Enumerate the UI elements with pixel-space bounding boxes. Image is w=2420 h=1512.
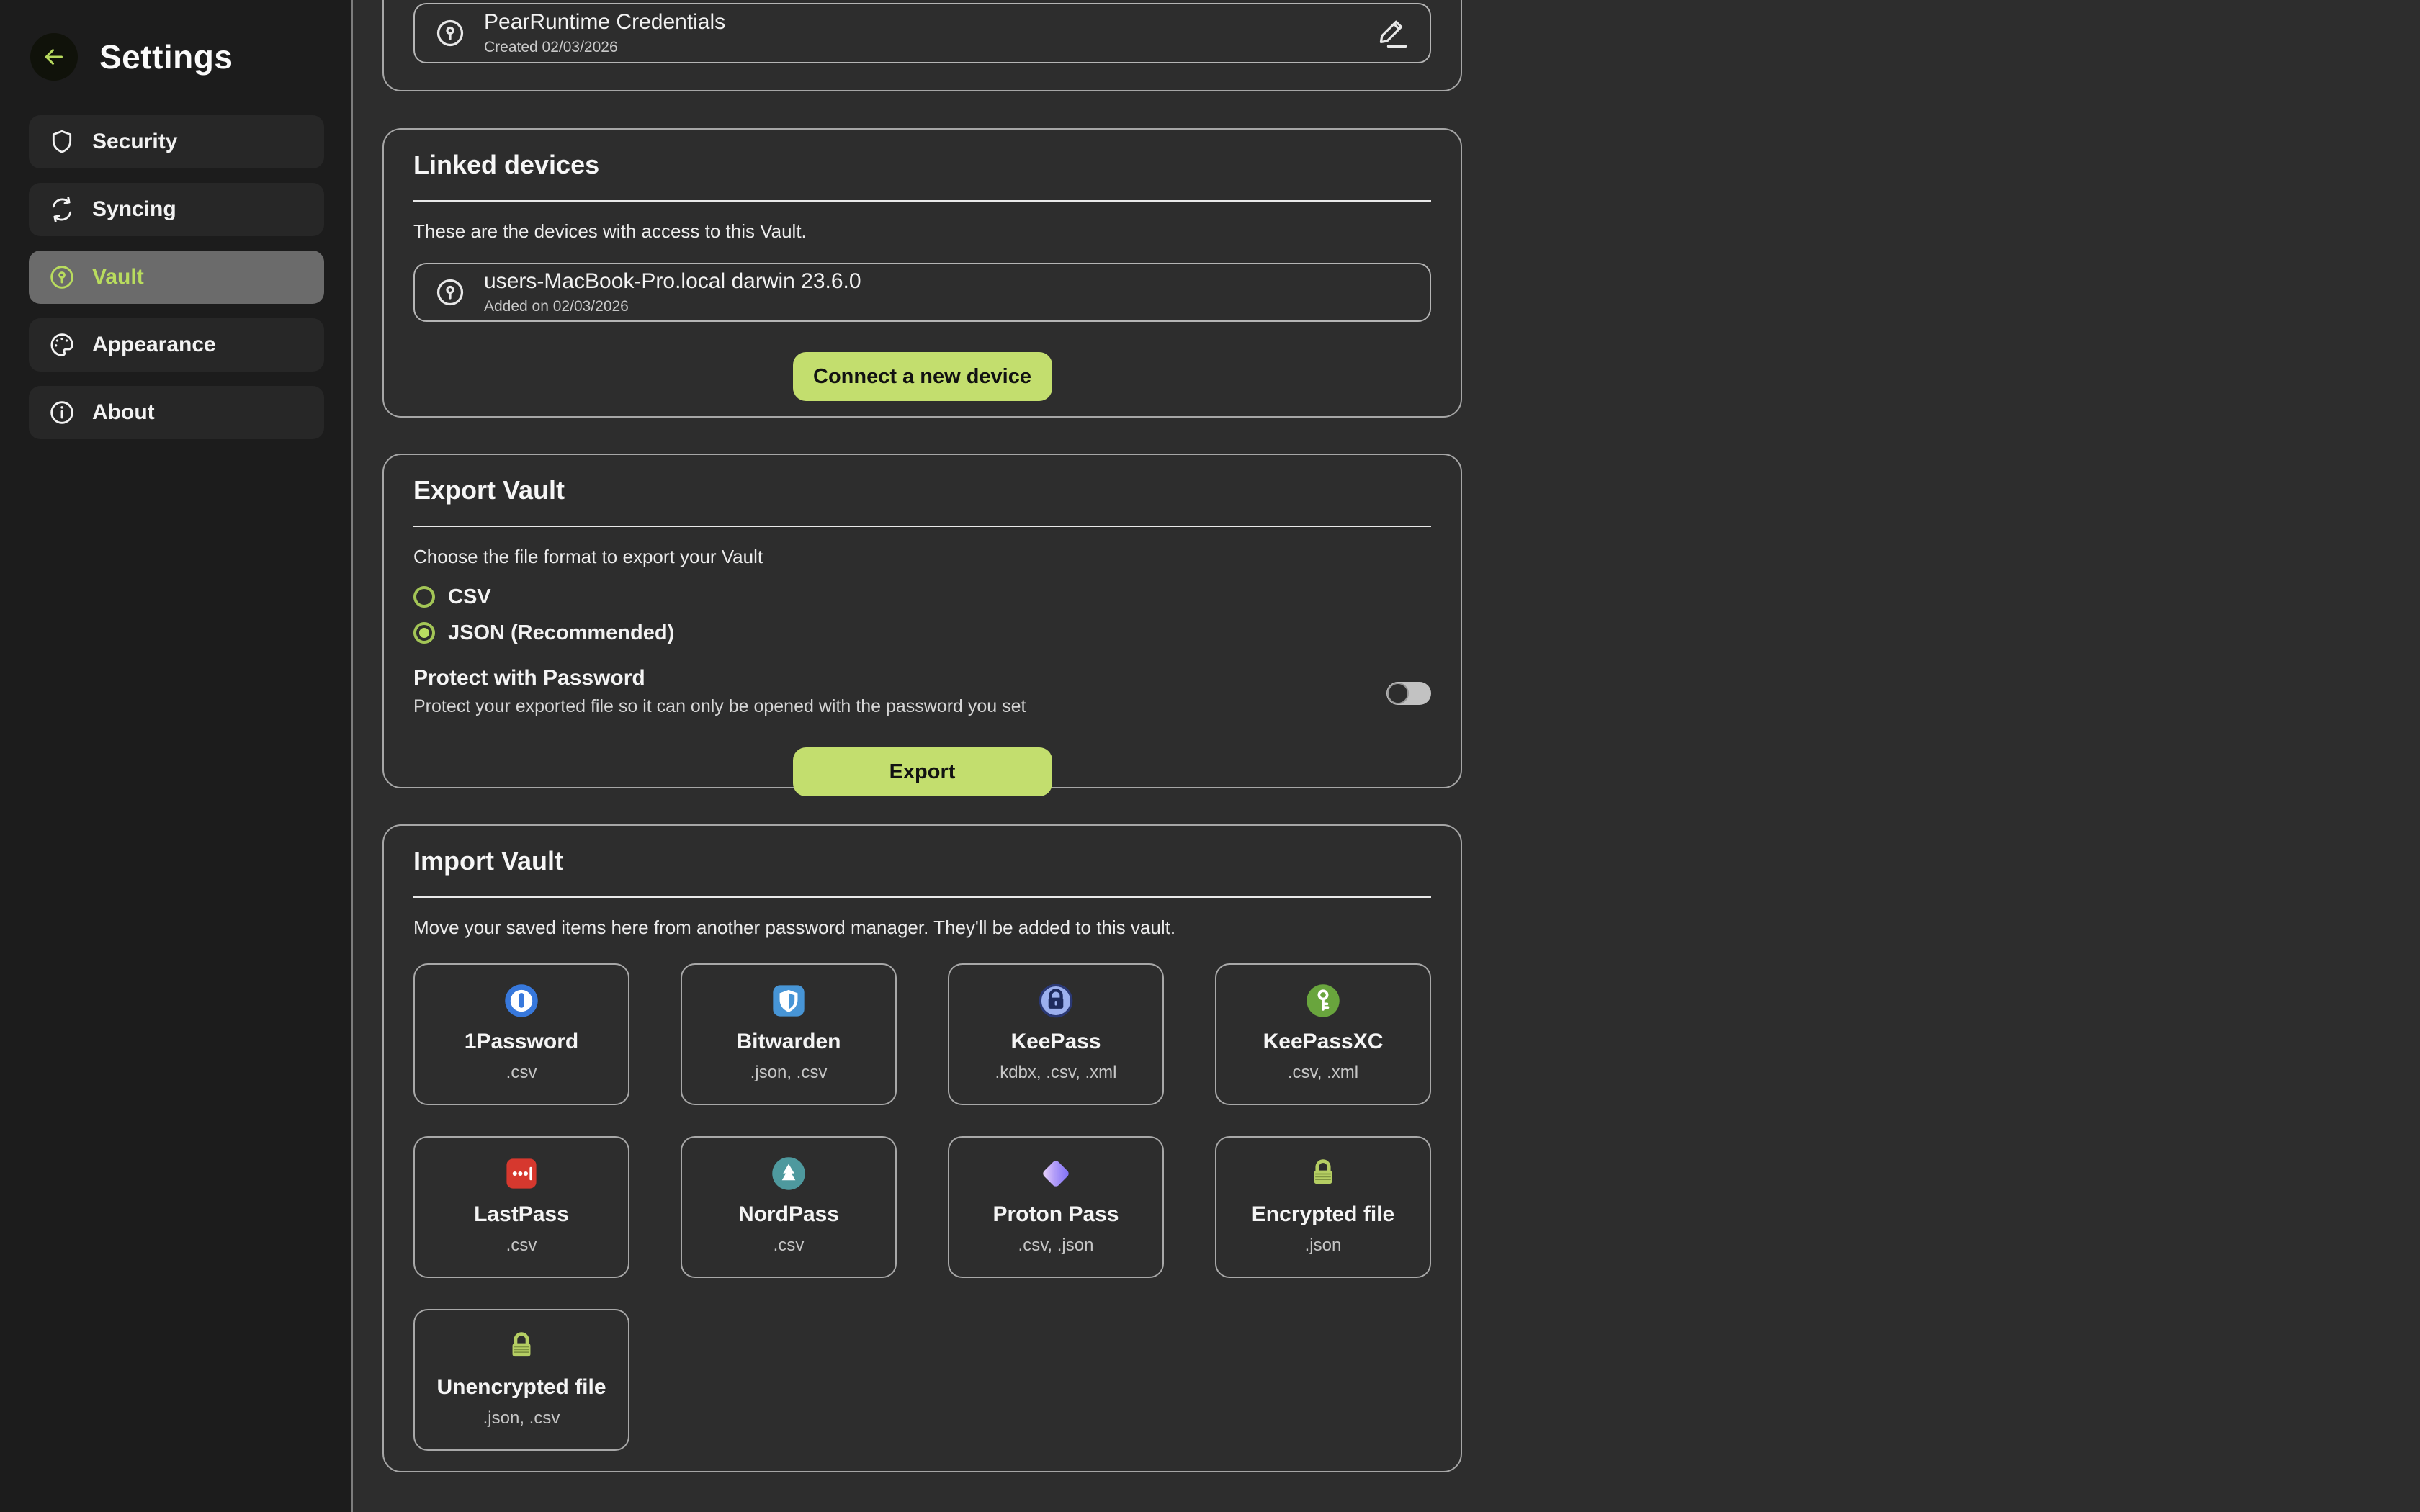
credential-subtitle: Created 02/03/2026 (484, 39, 725, 56)
device-row: users-MacBook-Pro.local darwin 23.6.0 Ad… (413, 263, 1431, 322)
sidebar-item-label: About (92, 400, 155, 425)
vault-items-card: PearRuntime Credentials Created 02/03/20… (382, 0, 1462, 91)
provider-name: Encrypted file (1252, 1202, 1394, 1227)
protect-description: Protect your exported file so it can onl… (413, 696, 1026, 717)
sidebar: Settings Security Syncing Vault (0, 0, 353, 1512)
provider-formats: .json (1305, 1236, 1342, 1256)
divider (413, 896, 1431, 898)
unencrypted-file-lock-icon (503, 1328, 540, 1365)
import-tile-keepass[interactable]: KeePass .kdbx, .csv, .xml (948, 963, 1164, 1105)
export-format-description: Choose the file format to export your Va… (413, 546, 1431, 568)
protect-with-password-row: Protect with Password Protect your expor… (413, 666, 1431, 717)
sidebar-nav: Security Syncing Vault (29, 115, 324, 439)
encrypted-file-lock-icon (1304, 1155, 1342, 1192)
radio-option-csv[interactable]: CSV (413, 582, 1431, 611)
export-vault-card: Export Vault Choose the file format to e… (382, 454, 1462, 788)
sidebar-item-appearance[interactable]: Appearance (29, 318, 324, 372)
sidebar-header: Settings (0, 0, 351, 81)
import-tile-nordpass[interactable]: NordPass .csv (681, 1136, 897, 1278)
import-tile-unencrypted-file[interactable]: Unencrypted file .json, .csv (413, 1309, 629, 1451)
keepassxc-icon (1304, 982, 1342, 1020)
page-title: Settings (99, 37, 233, 76)
protonpass-icon (1037, 1155, 1075, 1192)
provider-name: Proton Pass (992, 1202, 1119, 1227)
key-icon (434, 17, 467, 50)
provider-formats: .csv (506, 1063, 537, 1083)
protect-title: Protect with Password (413, 666, 1026, 690)
palette-icon (48, 330, 76, 359)
import-vault-description: Move your saved items here from another … (413, 917, 1431, 939)
credential-text: PearRuntime Credentials Created 02/03/20… (484, 10, 725, 56)
provider-formats: .csv (774, 1236, 805, 1256)
pencil-edit-icon (1375, 15, 1410, 50)
lastpass-icon (503, 1155, 540, 1192)
sidebar-item-label: Vault (92, 265, 144, 289)
provider-name: 1Password (465, 1030, 578, 1054)
import-tile-protonpass[interactable]: Proton Pass .csv, .json (948, 1136, 1164, 1278)
provider-formats: .json, .csv (483, 1408, 560, 1428)
provider-name: KeePassXC (1263, 1030, 1384, 1054)
divider (413, 200, 1431, 202)
toggle-knob (1387, 683, 1409, 704)
sidebar-item-security[interactable]: Security (29, 115, 324, 168)
credential-row[interactable]: PearRuntime Credentials Created 02/03/20… (413, 3, 1431, 63)
shield-icon (48, 127, 76, 156)
edit-credential-button[interactable] (1373, 14, 1411, 52)
export-button[interactable]: Export (793, 747, 1052, 796)
bitwarden-icon (770, 982, 807, 1020)
info-icon (48, 398, 76, 427)
sync-icon (48, 195, 76, 224)
radio-option-json[interactable]: JSON (Recommended) (413, 618, 1431, 647)
device-text: users-MacBook-Pro.local darwin 23.6.0 Ad… (484, 269, 861, 315)
key-icon (48, 263, 76, 292)
protect-text: Protect with Password Protect your expor… (413, 666, 1026, 717)
linked-devices-card: Linked devices These are the devices wit… (382, 128, 1462, 418)
import-tile-1password[interactable]: 1Password .csv (413, 963, 629, 1105)
key-icon (434, 276, 467, 309)
import-tile-lastpass[interactable]: LastPass .csv (413, 1136, 629, 1278)
provider-name: LastPass (474, 1202, 569, 1227)
linked-devices-description: These are the devices with access to thi… (413, 220, 1431, 243)
onepassword-icon (503, 982, 540, 1020)
import-providers-grid: 1Password .csv Bitwarden .json, .csv Kee… (413, 963, 1431, 1451)
sidebar-item-label: Syncing (92, 197, 176, 222)
provider-formats: .csv, .json (1018, 1236, 1094, 1256)
provider-name: Unencrypted file (436, 1375, 606, 1400)
device-name: users-MacBook-Pro.local darwin 23.6.0 (484, 269, 861, 294)
provider-name: KeePass (1010, 1030, 1101, 1054)
provider-formats: .kdbx, .csv, .xml (995, 1063, 1117, 1083)
keepass-icon (1037, 982, 1075, 1020)
provider-formats: .csv (506, 1236, 537, 1256)
radio-csv-label: CSV (448, 585, 491, 609)
device-added-date: Added on 02/03/2026 (484, 298, 861, 315)
export-vault-title: Export Vault (413, 455, 1431, 505)
back-button[interactable] (30, 33, 78, 81)
credential-title: PearRuntime Credentials (484, 10, 725, 35)
sidebar-item-label: Security (92, 130, 177, 154)
connect-new-device-button[interactable]: Connect a new device (793, 352, 1052, 401)
sidebar-item-label: Appearance (92, 333, 216, 357)
divider (413, 526, 1431, 527)
radio-json-label: JSON (Recommended) (448, 621, 674, 645)
import-vault-title: Import Vault (413, 826, 1431, 876)
linked-devices-title: Linked devices (413, 130, 1431, 180)
provider-name: NordPass (738, 1202, 839, 1227)
radio-csv[interactable] (413, 586, 435, 608)
sidebar-item-vault[interactable]: Vault (29, 251, 324, 304)
provider-formats: .csv, .xml (1288, 1063, 1358, 1083)
arrow-left-icon (41, 44, 67, 70)
radio-json[interactable] (413, 622, 435, 644)
import-tile-bitwarden[interactable]: Bitwarden .json, .csv (681, 963, 897, 1105)
sidebar-item-about[interactable]: About (29, 386, 324, 439)
import-tile-encrypted-file[interactable]: Encrypted file .json (1215, 1136, 1431, 1278)
export-format-options: CSV JSON (Recommended) (413, 582, 1431, 647)
sidebar-item-syncing[interactable]: Syncing (29, 183, 324, 236)
nordpass-icon (770, 1155, 807, 1192)
protect-password-toggle[interactable] (1386, 682, 1431, 705)
provider-formats: .json, .csv (750, 1063, 828, 1083)
import-vault-card: Import Vault Move your saved items here … (382, 824, 1462, 1472)
provider-name: Bitwarden (736, 1030, 841, 1054)
import-tile-keepassxc[interactable]: KeePassXC .csv, .xml (1215, 963, 1431, 1105)
